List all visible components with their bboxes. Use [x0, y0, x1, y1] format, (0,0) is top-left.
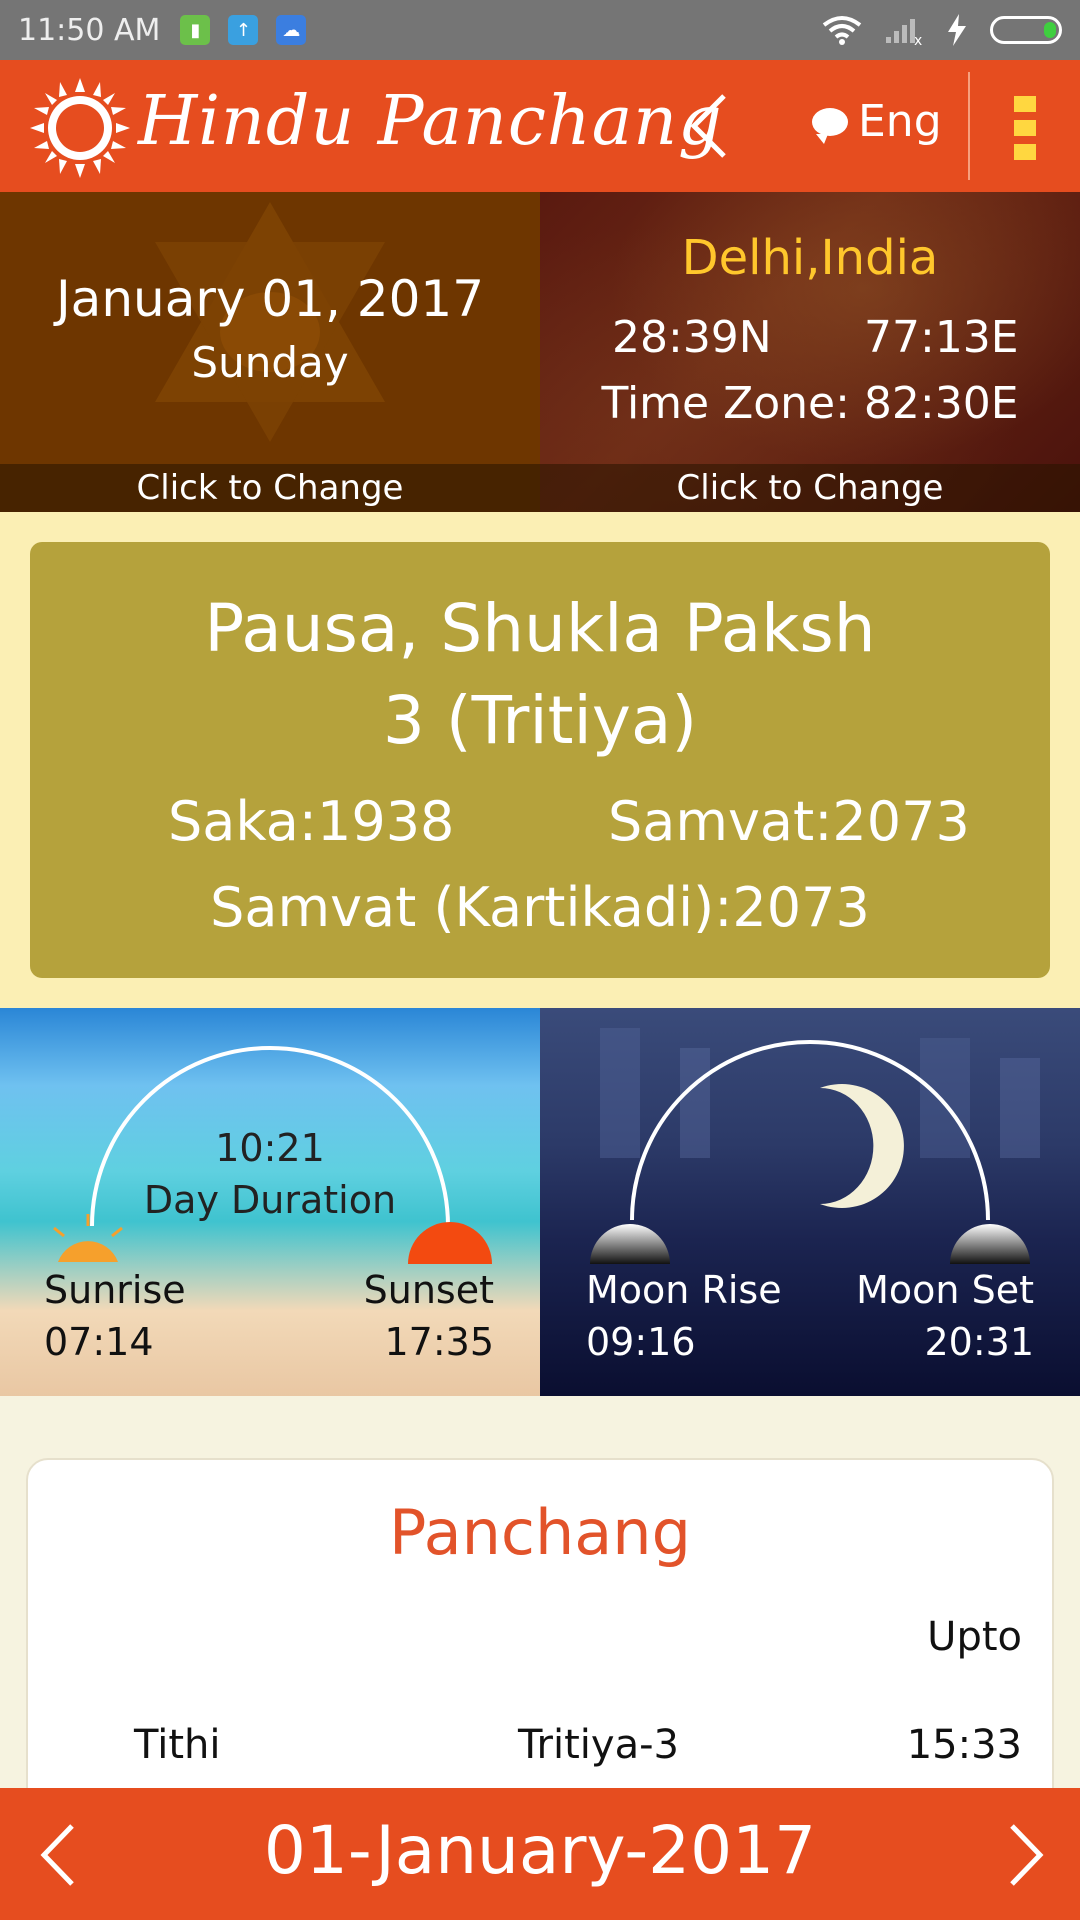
app-title: Hindu Panchang — [138, 82, 723, 161]
month-paksh: Pausa, Shukla Paksh — [204, 590, 876, 667]
timezone: Time Zone: 82:30E — [601, 378, 1019, 429]
day-duration-label: Day Duration — [143, 1178, 397, 1222]
moonset-icon — [950, 1224, 1030, 1264]
location-panel[interactable]: Delhi,India 28:39N 77:13E Time Zone: 82:… — [540, 192, 1080, 512]
battery-icon — [990, 16, 1062, 44]
upto-header: Upto — [927, 1614, 1022, 1660]
longitude: 77:13E — [864, 312, 1019, 363]
chat-bubble-icon — [812, 107, 848, 144]
wifi-icon — [822, 16, 862, 45]
sunrise-time: 07:14 — [44, 1320, 154, 1364]
selected-day: Sunday — [191, 338, 349, 387]
samvat-year: Samvat:2073 — [608, 790, 970, 853]
sunset-icon — [408, 1222, 492, 1264]
month-info-area: Pausa, Shukla Paksh 3 (Tritiya) Saka:193… — [0, 512, 1080, 1008]
overflow-menu-icon[interactable] — [1014, 96, 1036, 160]
app-header: Hindu Panchang Eng — [0, 60, 1080, 192]
samvat-kartikadi: Samvat (Kartikadi):2073 — [210, 876, 870, 939]
battery-saver-icon: ▮ — [180, 15, 211, 45]
svg-text:x: x — [914, 33, 922, 45]
header-divider — [968, 72, 970, 180]
language-button[interactable]: Eng — [812, 96, 942, 147]
change-location-button[interactable]: Click to Change — [540, 464, 1080, 512]
tithi-number: 3 (Tritiya) — [382, 682, 698, 759]
tithi-upto: 15:33 — [906, 1722, 1022, 1768]
tithi-value: Tritiya-3 — [518, 1722, 679, 1768]
location-city: Delhi,India — [681, 230, 939, 286]
moonrise-time: 09:16 — [586, 1320, 696, 1364]
upload-icon: ↑ — [228, 15, 259, 45]
status-time: 11:50 AM — [18, 12, 161, 48]
moonset-time: 20:31 — [924, 1320, 1034, 1364]
panchang-title: Panchang — [389, 1496, 691, 1569]
moonset-label: Moon Set — [856, 1268, 1034, 1312]
language-label: Eng — [858, 96, 942, 147]
latitude: 28:39N — [612, 312, 772, 363]
moonrise-label: Moon Rise — [586, 1268, 782, 1312]
change-date-button[interactable]: Click to Change — [0, 464, 540, 512]
selected-date: January 01, 2017 — [55, 270, 485, 328]
day-duration-time: 10:21 — [215, 1126, 325, 1170]
back-arrow-icon[interactable] — [680, 90, 740, 162]
sunrise-label: Sunrise — [44, 1268, 186, 1312]
signal-icon: x — [886, 19, 922, 45]
current-date-label[interactable]: 01-January-2017 — [0, 1812, 1080, 1889]
bottom-date-nav: 01-January-2017 — [0, 1788, 1080, 1920]
cloud-icon: ☁ — [276, 15, 307, 45]
status-bar: 11:50 AM ▮ ↑ ☁ x — [0, 0, 1080, 60]
moonrise-icon — [590, 1224, 670, 1264]
date-panel[interactable]: January 01, 2017 Sunday Click to Change — [0, 192, 540, 512]
charging-icon — [948, 14, 966, 46]
sun-panel: 10:21 Day Duration Sunrise 07:14 Sunset … — [0, 1008, 540, 1396]
next-day-icon[interactable] — [1000, 1820, 1050, 1890]
sunset-time: 17:35 — [384, 1320, 494, 1364]
moon-panel: Moon Rise 09:16 Moon Set 20:31 — [540, 1008, 1080, 1396]
crescent-moon-icon — [820, 1084, 904, 1208]
sun-logo-icon — [30, 78, 130, 178]
saka-year: Saka:1938 — [168, 790, 455, 853]
sunset-label: Sunset — [363, 1268, 494, 1312]
tithi-label: Tithi — [134, 1722, 221, 1768]
month-info-card: Pausa, Shukla Paksh 3 (Tritiya) Saka:193… — [30, 542, 1050, 978]
